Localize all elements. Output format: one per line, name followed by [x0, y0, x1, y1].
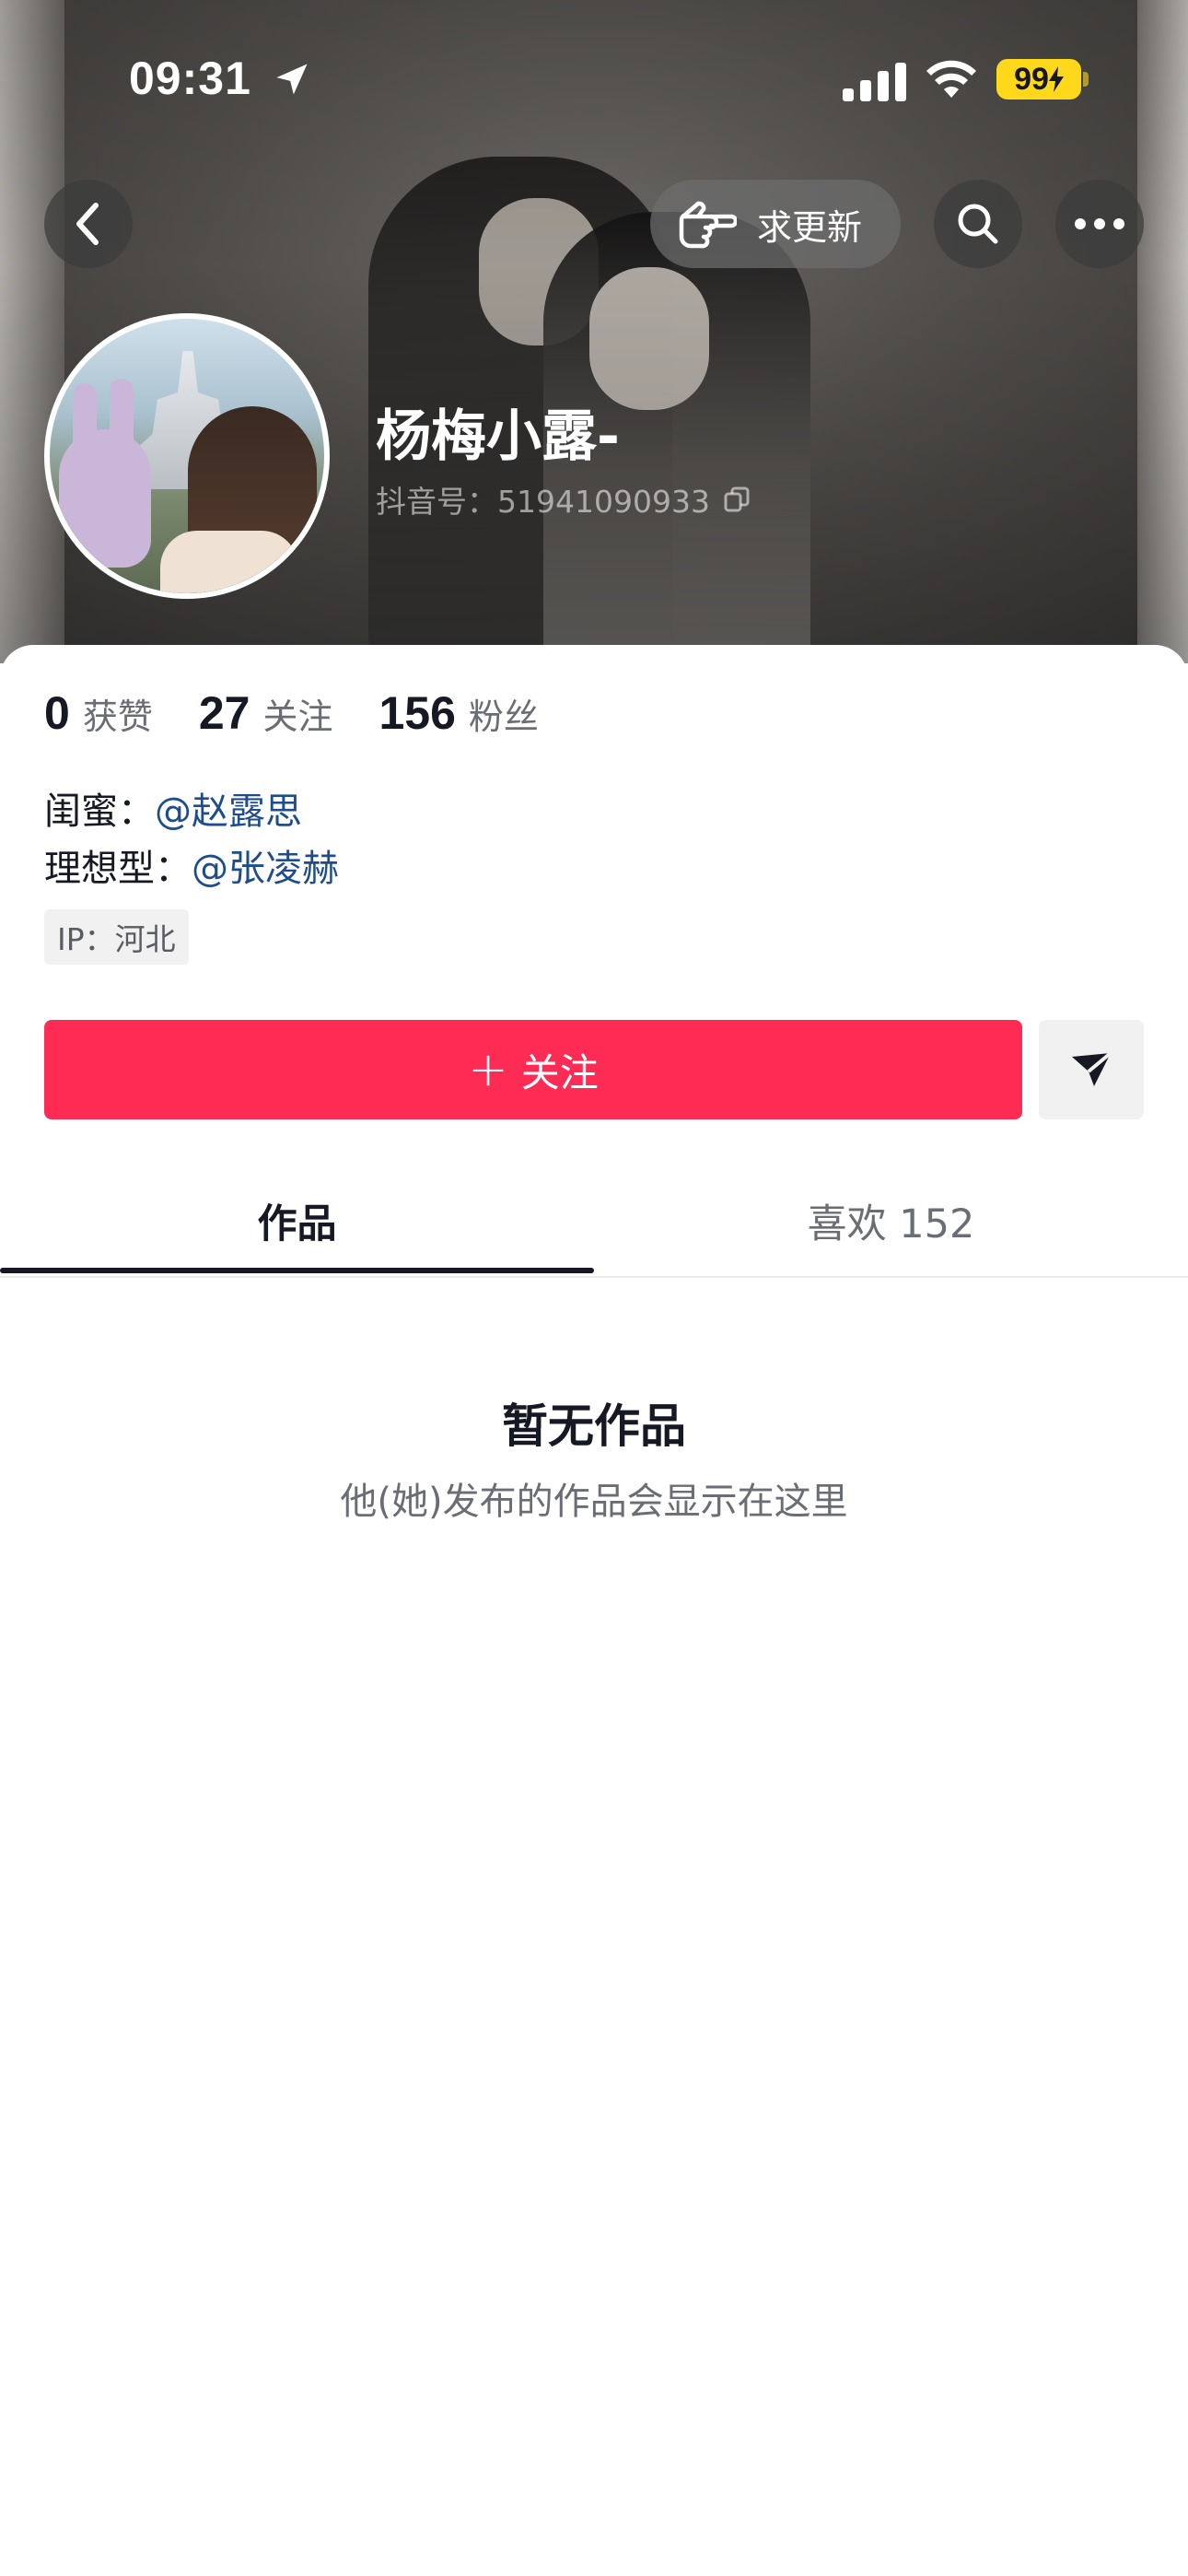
bio-line-ideal-type: 理想型：@张凌赫: [44, 838, 339, 892]
follow-label: 关注: [520, 1049, 599, 1095]
battery-nub: [1083, 72, 1089, 87]
stat-value: 27: [198, 687, 250, 739]
stat-label: 获赞: [82, 697, 153, 737]
profile-nickname: 杨梅小露-: [376, 404, 620, 469]
stat-label: 粉丝: [468, 697, 539, 737]
stat-value: 156: [379, 687, 456, 739]
bio-line-bestie: 闺蜜：@赵露思: [44, 781, 302, 835]
ip-location-tag: IP：河北: [44, 909, 189, 965]
search-button[interactable]: [934, 180, 1022, 268]
avatar[interactable]: [44, 313, 330, 599]
back-button[interactable]: [44, 180, 133, 268]
bio-prefix: 闺蜜：: [44, 790, 155, 833]
tab-works[interactable]: 作品: [0, 1165, 594, 1276]
avatar-girl-dress: [160, 531, 298, 593]
chevron-left-icon: [76, 203, 99, 245]
search-icon: [958, 204, 998, 244]
profile-stats: 0 获赞 27 关注 156 粉丝: [44, 686, 585, 740]
bio-mention-link[interactable]: @赵露思: [155, 790, 302, 833]
plus-icon: +: [468, 1042, 508, 1097]
battery-indicator: 99: [996, 59, 1081, 100]
active-tab-indicator: [0, 1268, 594, 1273]
more-dots-icon: [1075, 218, 1124, 229]
bio-prefix: 理想型：: [44, 848, 192, 890]
stat-label: 关注: [262, 697, 333, 737]
location-arrow-icon: [276, 64, 308, 95]
empty-state-title: 暂无作品: [502, 1399, 686, 1453]
cellular-signal-icon: [843, 63, 906, 101]
avatar-bunny: [59, 429, 151, 568]
douyin-id: 抖音号：51941090933: [376, 484, 710, 520]
send-message-button[interactable]: [1039, 1020, 1144, 1119]
douyin-id-row[interactable]: 抖音号：51941090933: [376, 477, 751, 521]
follow-button[interactable]: + 关注: [44, 1020, 1022, 1119]
paper-plane-icon: [1072, 1051, 1112, 1086]
stat-followers[interactable]: 156 粉丝: [379, 686, 538, 740]
battery-level: 99: [1014, 61, 1049, 97]
charging-bolt-icon: [1048, 66, 1064, 92]
stat-following[interactable]: 27 关注: [199, 686, 333, 740]
status-time: 09:31: [129, 53, 251, 104]
copy-icon: [724, 486, 750, 512]
more-button[interactable]: [1055, 180, 1144, 268]
tab-likes[interactable]: 喜欢 152: [594, 1165, 1188, 1276]
stat-value: 0: [44, 687, 70, 739]
profile-tabs: 作品 喜欢 152: [0, 1165, 1188, 1278]
empty-state-description: 他(她)发布的作品会显示在这里: [340, 1481, 848, 1523]
pointing-hand-icon: [679, 201, 737, 249]
request-update-button[interactable]: 求更新: [650, 180, 901, 268]
request-update-label: 求更新: [757, 206, 863, 248]
wifi-icon: [926, 60, 976, 98]
stat-likes[interactable]: 0 获赞: [44, 686, 153, 740]
bio-mention-link[interactable]: @张凌赫: [192, 848, 339, 890]
